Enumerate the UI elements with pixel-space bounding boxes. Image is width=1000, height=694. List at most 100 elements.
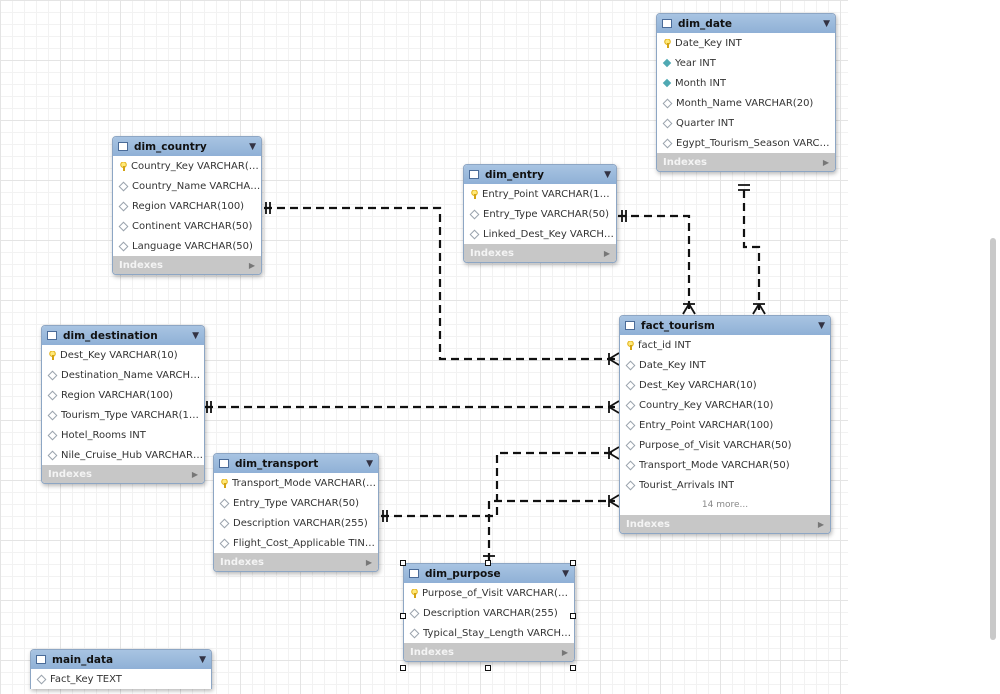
column-row[interactable]: Transport_Mode VARCHAR(50) bbox=[214, 473, 378, 493]
indexes-section[interactable]: Indexes ▶ bbox=[214, 553, 378, 571]
indexes-expand-icon[interactable]: ▶ bbox=[366, 558, 372, 567]
expand-arrow-icon[interactable]: ▼ bbox=[562, 569, 569, 579]
column-row[interactable]: Year INT bbox=[657, 53, 835, 73]
column-text: Description VARCHAR(255) bbox=[233, 517, 368, 529]
indexes-section[interactable]: Indexes ▶ bbox=[464, 244, 616, 262]
column-row[interactable]: Purpose_of_Visit VARCHAR(50) bbox=[620, 435, 830, 455]
more-columns-link[interactable]: 14 more... bbox=[620, 495, 830, 515]
expand-arrow-icon[interactable]: ▼ bbox=[366, 459, 373, 469]
indexes-section[interactable]: Indexes ▶ bbox=[620, 515, 830, 533]
column-row[interactable]: Date_Key INT bbox=[620, 355, 830, 375]
expand-arrow-icon[interactable]: ▼ bbox=[823, 19, 830, 29]
primary-key-icon bbox=[119, 161, 128, 171]
table-dim-country[interactable]: dim_country ▼ Country_Key VARCHAR(10) Count… bbox=[112, 136, 262, 275]
table-dim-destination[interactable]: dim_destination ▼ Dest_Key VARCHAR(10) Dest… bbox=[41, 325, 205, 484]
column-diamond-icon bbox=[662, 98, 673, 108]
table-fact-tourism[interactable]: fact_tourism ▼ fact_id INT Date_Key INT Dest… bbox=[619, 315, 831, 534]
column-row[interactable]: fact_id INT bbox=[620, 335, 830, 355]
selection-handle[interactable] bbox=[485, 560, 491, 566]
column-row[interactable]: Quarter INT bbox=[657, 113, 835, 133]
indexes-section[interactable]: Indexes ▶ bbox=[404, 643, 574, 661]
indexes-expand-icon[interactable]: ▶ bbox=[192, 470, 198, 479]
table-name: main_data bbox=[52, 653, 114, 666]
primary-key-icon bbox=[410, 588, 419, 598]
table-icon bbox=[47, 331, 57, 340]
table-header[interactable]: dim_purpose ▼ bbox=[404, 564, 574, 583]
table-header[interactable]: main_data ▼ bbox=[31, 650, 211, 669]
column-row[interactable]: Purpose_of_Visit VARCHAR(50) bbox=[404, 583, 574, 603]
selection-handle[interactable] bbox=[485, 665, 491, 671]
column-row[interactable]: Flight_Cost_Applicable TINYINT(... bbox=[214, 533, 378, 553]
column-row[interactable]: Continent VARCHAR(50) bbox=[113, 216, 261, 236]
column-row[interactable]: Entry_Point VARCHAR(100) bbox=[464, 184, 616, 204]
indexes-expand-icon[interactable]: ▶ bbox=[562, 648, 568, 657]
column-row[interactable]: Entry_Point VARCHAR(100) bbox=[620, 415, 830, 435]
table-dim-transport[interactable]: dim_transport ▼ Transport_Mode VARCHAR(50)… bbox=[213, 453, 379, 572]
selection-handle[interactable] bbox=[400, 665, 406, 671]
column-row[interactable]: Typical_Stay_Length VARCHAR(2... bbox=[404, 623, 574, 643]
expand-arrow-icon[interactable]: ▼ bbox=[199, 655, 206, 665]
table-header[interactable]: dim_transport ▼ bbox=[214, 454, 378, 473]
table-header[interactable]: dim_entry ▼ bbox=[464, 165, 616, 184]
column-row[interactable]: Tourist_Arrivals INT bbox=[620, 475, 830, 495]
expand-arrow-icon[interactable]: ▼ bbox=[818, 321, 825, 331]
column-row[interactable]: Nile_Cruise_Hub VARCHAR(10) bbox=[42, 445, 204, 465]
expand-arrow-icon[interactable]: ▼ bbox=[249, 142, 256, 152]
column-row[interactable]: Entry_Type VARCHAR(50) bbox=[214, 493, 378, 513]
column-row[interactable]: Tourism_Type VARCHAR(100) bbox=[42, 405, 204, 425]
indexes-expand-icon[interactable]: ▶ bbox=[249, 261, 255, 270]
expand-arrow-icon[interactable]: ▼ bbox=[604, 170, 611, 180]
vertical-scrollbar[interactable] bbox=[990, 238, 996, 640]
table-icon bbox=[219, 459, 229, 468]
column-row[interactable]: Description VARCHAR(255) bbox=[214, 513, 378, 533]
column-text: Continent VARCHAR(50) bbox=[132, 220, 253, 232]
table-dim-date[interactable]: dim_date ▼ Date_Key INT Year INT Month INT Mo… bbox=[656, 13, 836, 172]
column-row[interactable]: Country_Key VARCHAR(10) bbox=[620, 395, 830, 415]
expand-arrow-icon[interactable]: ▼ bbox=[192, 331, 199, 341]
column-row[interactable]: Language VARCHAR(50) bbox=[113, 236, 261, 256]
column-text: Country_Name VARCHAR(10... bbox=[132, 180, 261, 192]
column-row[interactable]: Dest_Key VARCHAR(10) bbox=[620, 375, 830, 395]
indexes-expand-icon[interactable]: ▶ bbox=[604, 249, 610, 258]
column-row[interactable]: Month INT bbox=[657, 73, 835, 93]
column-diamond-icon bbox=[118, 201, 129, 211]
selection-handle[interactable] bbox=[570, 613, 576, 619]
table-header[interactable]: dim_country ▼ bbox=[113, 137, 261, 156]
table-header[interactable]: dim_date ▼ bbox=[657, 14, 835, 33]
table-name: dim_date bbox=[678, 17, 733, 30]
column-row[interactable]: Destination_Name VARCHAR(100) bbox=[42, 365, 204, 385]
column-row[interactable]: Date_Key INT bbox=[657, 33, 835, 53]
column-row[interactable]: Linked_Dest_Key VARCHAR(10) bbox=[464, 224, 616, 244]
indexes-section[interactable]: Indexes ▶ bbox=[42, 465, 204, 483]
indexes-expand-icon[interactable]: ▶ bbox=[818, 520, 824, 529]
column-row[interactable]: Egypt_Tourism_Season VARCHAR(5... bbox=[657, 133, 835, 153]
table-dim-entry[interactable]: dim_entry ▼ Entry_Point VARCHAR(100) Entry_… bbox=[463, 164, 617, 263]
table-main-data[interactable]: main_data ▼ Fact_Key TEXT bbox=[30, 649, 212, 689]
table-dim-purpose[interactable]: dim_purpose ▼ Purpose_of_Visit VARCHAR(50)… bbox=[403, 563, 575, 662]
table-header[interactable]: dim_destination ▼ bbox=[42, 326, 204, 345]
selection-handle[interactable] bbox=[570, 560, 576, 566]
column-text: Tourism_Type VARCHAR(100) bbox=[61, 409, 204, 421]
column-row[interactable]: Transport_Mode VARCHAR(50) bbox=[620, 455, 830, 475]
column-text: Typical_Stay_Length VARCHAR(2... bbox=[423, 627, 574, 639]
selection-handle[interactable] bbox=[400, 560, 406, 566]
primary-key-icon bbox=[220, 478, 229, 488]
column-row[interactable]: Country_Key VARCHAR(10) bbox=[113, 156, 261, 176]
column-row[interactable]: Fact_Key TEXT bbox=[31, 669, 211, 689]
table-name: dim_purpose bbox=[425, 567, 501, 580]
table-header[interactable]: fact_tourism ▼ bbox=[620, 316, 830, 335]
column-row[interactable]: Country_Name VARCHAR(10... bbox=[113, 176, 261, 196]
column-row[interactable]: Region VARCHAR(100) bbox=[42, 385, 204, 405]
column-row[interactable]: Entry_Type VARCHAR(50) bbox=[464, 204, 616, 224]
column-row[interactable]: Month_Name VARCHAR(20) bbox=[657, 93, 835, 113]
column-diamond-icon bbox=[118, 241, 129, 251]
column-row[interactable]: Region VARCHAR(100) bbox=[113, 196, 261, 216]
column-row[interactable]: Dest_Key VARCHAR(10) bbox=[42, 345, 204, 365]
column-row[interactable]: Description VARCHAR(255) bbox=[404, 603, 574, 623]
selection-handle[interactable] bbox=[400, 613, 406, 619]
indexes-section[interactable]: Indexes ▶ bbox=[657, 153, 835, 171]
indexes-expand-icon[interactable]: ▶ bbox=[823, 158, 829, 167]
column-row[interactable]: Hotel_Rooms INT bbox=[42, 425, 204, 445]
indexes-section[interactable]: Indexes ▶ bbox=[113, 256, 261, 274]
selection-handle[interactable] bbox=[570, 665, 576, 671]
